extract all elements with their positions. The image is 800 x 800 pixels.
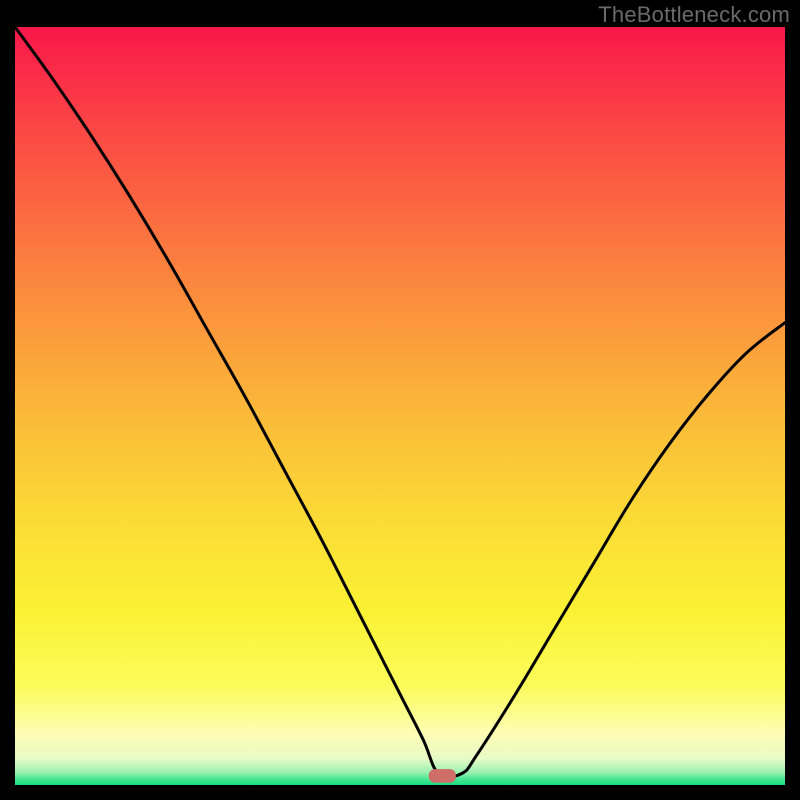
bottleneck-chart [15, 27, 785, 785]
chart-frame: TheBottleneck.com [0, 0, 800, 800]
gradient-background [15, 27, 785, 785]
plot-area [15, 27, 785, 785]
optimal-marker [429, 769, 456, 783]
watermark-text: TheBottleneck.com [598, 2, 790, 28]
